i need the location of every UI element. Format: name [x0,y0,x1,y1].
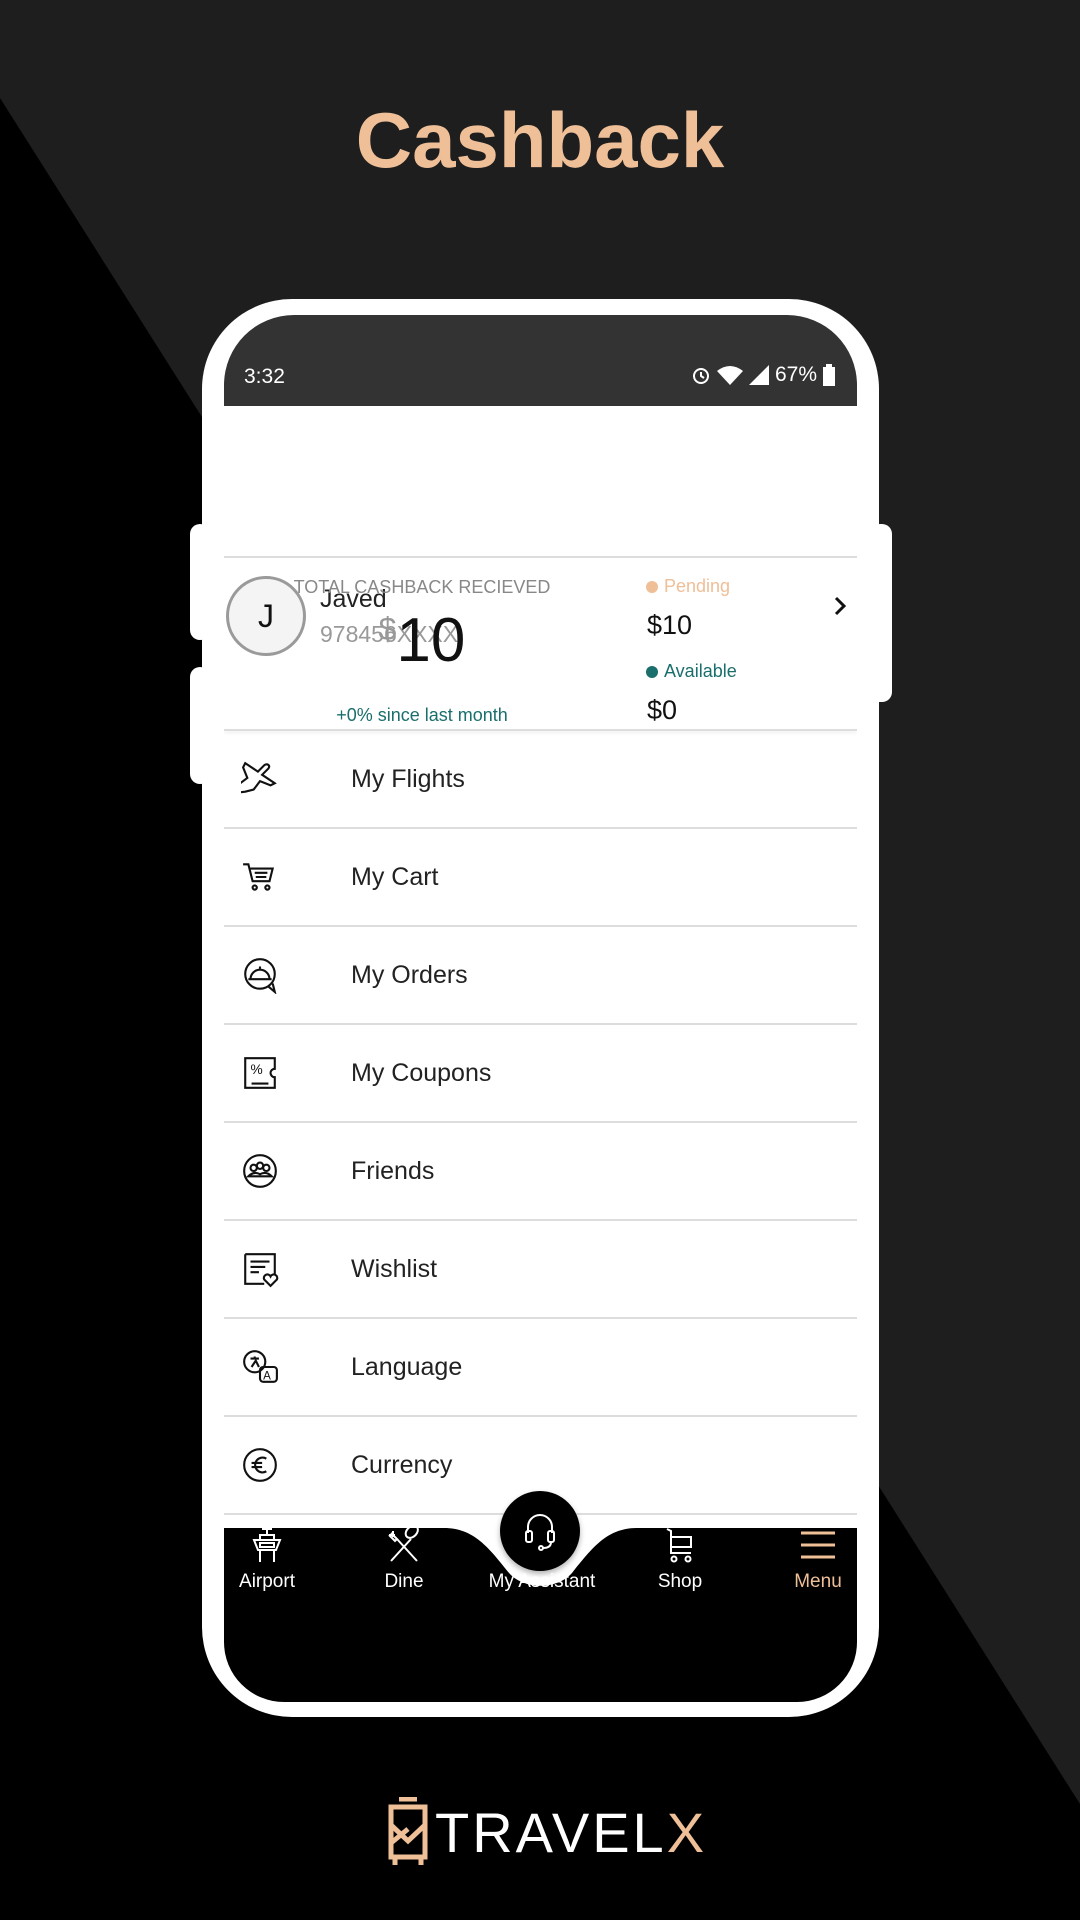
nav-airport[interactable]: Airport [224,1527,327,1593]
menu-item-language[interactable]: A Language [224,1319,857,1417]
menu-item-label: Wishlist [351,1254,438,1283]
amount-value: 10 [396,606,466,675]
control-tower-icon [252,1528,282,1562]
fork-spoon-icon [388,1527,419,1562]
battery-icon [823,364,835,386]
euro-icon [243,1448,277,1482]
nav-shop[interactable]: Shop [620,1527,740,1593]
coupon-icon: % [244,1057,276,1089]
total-cashback-amount: $10 [224,605,620,676]
menu-item-label: My Orders [351,960,468,989]
nav-label: My Assistant [488,1571,596,1592]
menu-item-my-cart[interactable]: My Cart [224,829,857,927]
menu-item-label: My Coupons [351,1058,492,1087]
svg-text:%: % [251,1062,263,1077]
travelx-logo: TRAVELX [385,1797,707,1867]
menu-item-friends[interactable]: Friends [224,1123,857,1221]
wishlist-icon [244,1253,279,1288]
total-cashback-label: TOTAL CASHBACK RECIEVED [293,577,551,597]
airplane-icon [241,761,277,794]
cart-icon [666,1528,692,1563]
menu-item-label: Friends [351,1156,435,1185]
chevron-right-icon [834,596,847,616]
battery-percent: 67% [774,363,817,386]
nav-label: Shop [657,1571,703,1592]
pending-dot [646,580,658,593]
menu-item-label: My Flights [351,764,465,793]
menu-item-label: My Cart [351,862,439,891]
pending-value: $10 [647,610,693,640]
available-label: Available [664,661,737,681]
nav-my-assistant[interactable]: My Assistant [482,1527,602,1593]
currency-symbol: $ [378,611,397,647]
available-dot [646,665,658,678]
nav-label: Airport [239,1571,295,1592]
cashback-change: +0% since last month [336,705,508,725]
wifi-icon [716,366,743,385]
nav-dine[interactable]: Dine [344,1527,464,1593]
profile-row[interactable]: J Javed 978456XXXX [224,435,857,656]
divider [224,556,857,558]
nav-menu[interactable]: Menu [758,1527,857,1593]
alarm-icon [692,368,709,384]
menu-item-my-coupons[interactable]: % My Coupons [224,1025,857,1123]
menu-item-my-orders[interactable]: My Orders [224,927,857,1025]
cart-icon [243,863,275,891]
available-value: $0 [647,695,678,725]
nav-label: Dine [384,1571,424,1592]
menu-item-label: Currency [351,1450,453,1479]
signal-icon [748,365,769,385]
menu-item-label: Language [351,1352,463,1381]
nav-label: Menu [794,1571,842,1592]
pending-label: Pending [664,576,731,596]
phone-screen: 3:32 67% J Javed 978456XXXX TOTAL CASHBA… [224,315,857,1702]
luggage-logo-icon [388,1797,428,1865]
page-title: Cashback [355,96,725,184]
menu-item-my-flights[interactable]: My Flights [224,731,857,829]
friends-icon [243,1154,277,1188]
svg-text:A: A [263,1370,271,1383]
status-time: 3:32 [244,365,285,388]
language-icon: A [243,1350,278,1383]
cloche-icon [244,958,277,994]
status-bar: 3:32 67% [224,315,857,406]
hamburger-icon [801,1531,835,1559]
menu-item-wishlist[interactable]: Wishlist [224,1221,857,1319]
